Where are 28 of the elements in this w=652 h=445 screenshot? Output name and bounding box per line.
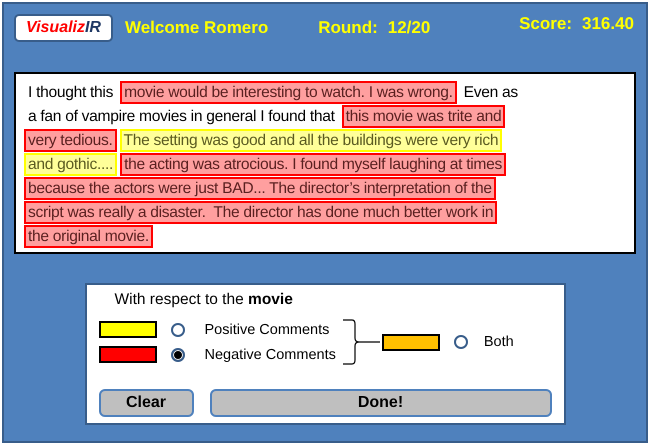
negative-highlight: script was really a disaster. The director has done much better work in <box>24 200 498 224</box>
option-label: Positive Comments <box>204 322 330 338</box>
round-label: Round: <box>318 18 378 38</box>
welcome-text: Welcome Romero <box>124 18 268 38</box>
positive-highlight: The setting was good and all the buildings were very rich <box>120 128 502 152</box>
passage-text: I thought this <box>27 82 114 102</box>
radio-button[interactable] <box>170 348 184 362</box>
done-button[interactable]: Done! <box>210 389 552 417</box>
passage-text: a fan of vampire movies in general I found that <box>27 106 336 126</box>
negative-highlight: this movie was trite and <box>342 104 506 128</box>
option-label: Negative Comments <box>204 346 336 362</box>
option-label: Both <box>484 334 514 350</box>
negative-highlight: movie would be interesting to watch. I was wrong. <box>120 80 457 104</box>
legend-heading: With respect to the movie <box>114 291 294 309</box>
negative-highlight: because the actors were just BAD... The director’s interpretation of the <box>24 176 496 200</box>
score-label: Score: <box>519 14 572 34</box>
positive-highlight: and gothic.... <box>24 152 118 176</box>
brace-icon <box>342 319 382 365</box>
negative-highlight: the original movie. <box>24 224 153 248</box>
app-logo: VisualizIR <box>14 14 113 42</box>
score-value: 316.40 <box>582 14 634 34</box>
radio-button[interactable] <box>170 322 184 336</box>
round-value: 12/20 <box>388 18 430 38</box>
passage-text: Even as <box>462 82 519 102</box>
negative-highlight: the acting was atrocious. I found myself laughing at times <box>120 152 506 176</box>
clear-button[interactable]: Clear <box>98 389 194 417</box>
radio-button[interactable] <box>454 335 468 349</box>
negative-highlight: very tedious. <box>24 128 117 152</box>
